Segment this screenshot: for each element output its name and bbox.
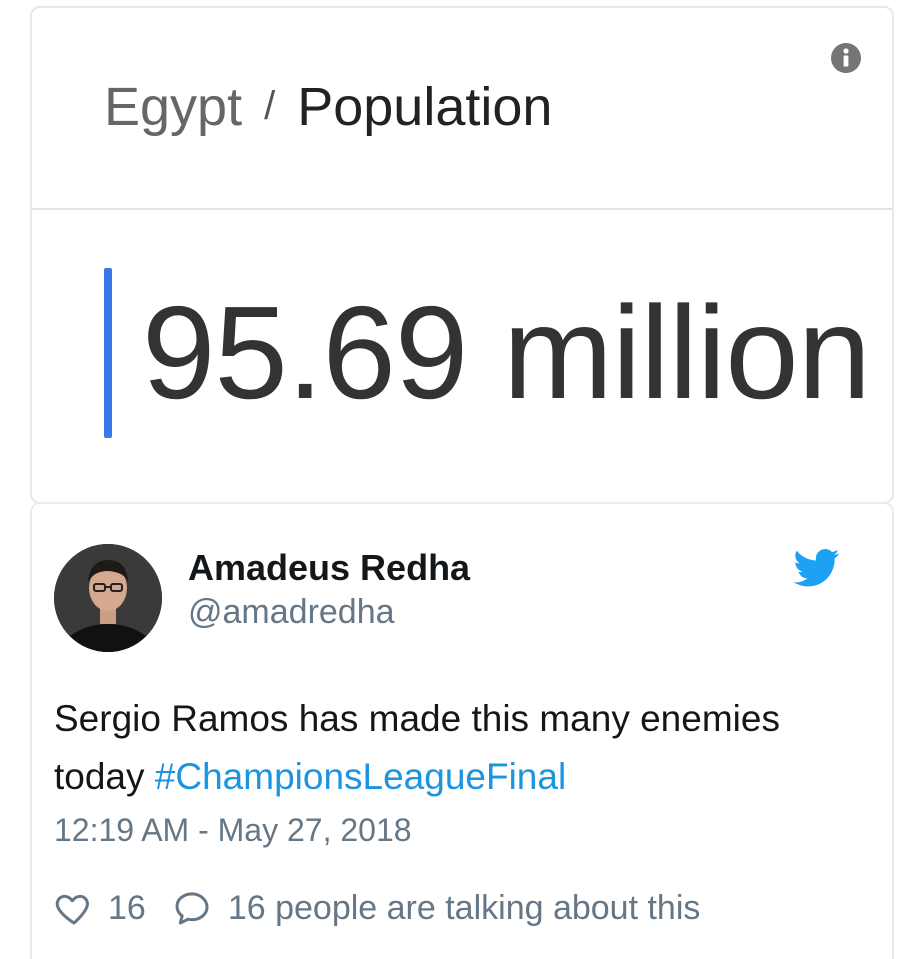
tweet-actions: 16 16 people are talking about this (54, 884, 700, 932)
speech-bubble-icon[interactable] (172, 888, 212, 928)
breadcrumb-separator: / (264, 84, 276, 128)
population-card: Egypt / Population 95.69 million (30, 6, 894, 504)
page: Egypt / Population 95.69 million Amadeus… (0, 0, 910, 959)
tweet-timestamp[interactable]: 12:19 AM - May 27, 2018 (54, 810, 412, 850)
hashtag-link[interactable]: #ChampionsLeagueFinal (155, 756, 566, 797)
info-icon[interactable] (830, 42, 862, 74)
talking-about-text[interactable]: 16 people are talking about this (228, 889, 701, 928)
card-header: Egypt / Population (32, 8, 892, 208)
breadcrumb: Egypt / Population (104, 74, 552, 139)
author-handle[interactable]: @amadredha (188, 592, 395, 632)
twitter-bird-icon[interactable] (794, 548, 840, 588)
avatar[interactable] (54, 544, 162, 652)
avatar-image (54, 544, 162, 652)
tweet-text: Sergio Ramos has made this many enemies … (54, 690, 854, 806)
author-name[interactable]: Amadeus Redha (188, 546, 470, 590)
like-count: 16 (108, 888, 146, 927)
breadcrumb-country[interactable]: Egypt (104, 77, 242, 137)
breadcrumb-topic: Population (297, 77, 553, 137)
tweet-card: Amadeus Redha @amadredha Sergio Ramos ha… (30, 502, 894, 959)
population-value: 95.69 million (142, 279, 871, 426)
value-accent-bar (104, 268, 112, 438)
card-divider (32, 208, 892, 210)
heart-icon[interactable] (54, 888, 94, 928)
